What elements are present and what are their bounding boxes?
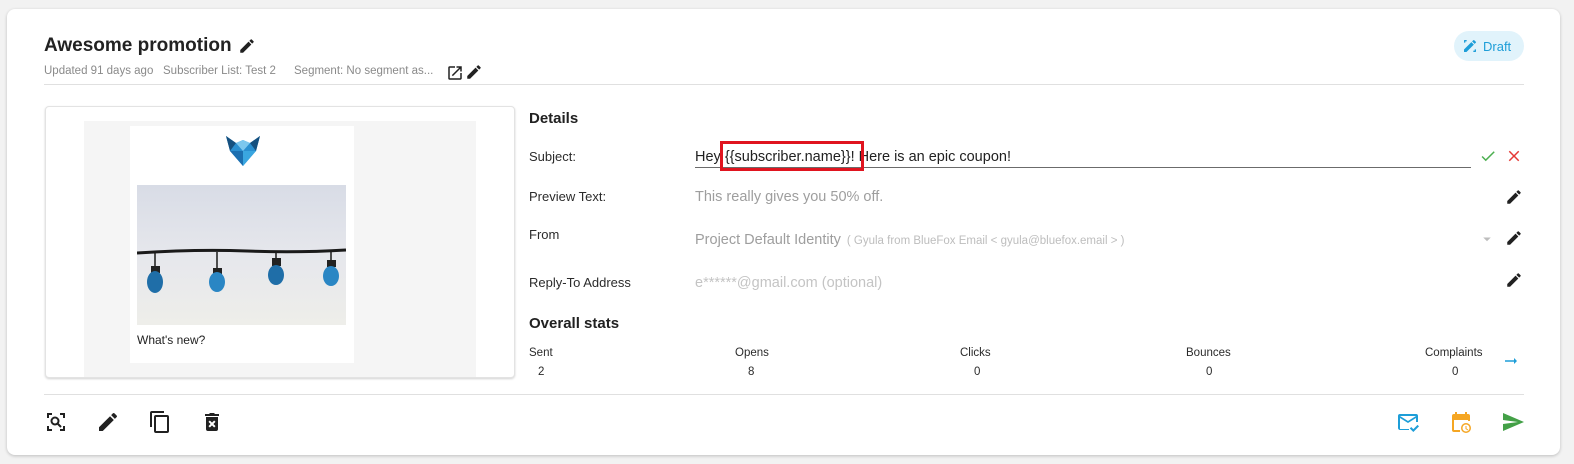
- pencil-icon[interactable]: [238, 37, 256, 55]
- preview-text-label: Preview Text:: [529, 189, 607, 204]
- copy-icon[interactable]: [148, 410, 172, 434]
- pencil-icon[interactable]: [1505, 188, 1523, 206]
- preview-text-value: This really gives you 50% off.: [695, 189, 884, 205]
- stat-complaints-value: 0: [1452, 366, 1459, 378]
- campaign-title: Awesome promotion: [44, 35, 232, 56]
- preview-page: What's new?: [130, 126, 354, 363]
- open-in-new-icon[interactable]: [446, 64, 464, 82]
- header-divider: [44, 84, 1524, 85]
- stat-complaints-label: Complaints: [1425, 347, 1483, 359]
- from-label: From: [529, 227, 560, 242]
- pencil-ruler-icon: [1464, 39, 1477, 52]
- stat-clicks-label: Clicks: [960, 347, 991, 359]
- send-test-email-icon[interactable]: [1396, 410, 1420, 434]
- updated-time: Updated 91 days ago: [44, 65, 154, 77]
- from-value: Project Default Identity: [695, 232, 841, 248]
- stat-sent-label: Sent: [529, 347, 553, 359]
- delete-icon[interactable]: [200, 410, 224, 434]
- stat-sent-value: 2: [538, 366, 545, 378]
- email-preview[interactable]: What's new?: [45, 106, 515, 378]
- light-bulbs-image: [137, 185, 346, 325]
- preview-caption: What's new?: [137, 333, 206, 347]
- subject-label: Subject:: [529, 149, 576, 164]
- from-select[interactable]: Project Default Identity ( Gyula from Blu…: [695, 232, 1124, 248]
- subscriber-list-link[interactable]: Subscriber List: Test 2: [163, 65, 276, 77]
- segment-info: Segment: No segment as...: [294, 65, 434, 77]
- footer-divider: [44, 394, 1524, 395]
- segment-edit-pencil-icon[interactable]: [465, 63, 483, 81]
- pencil-icon[interactable]: [1505, 229, 1523, 247]
- arrow-right-icon[interactable]: [1502, 352, 1520, 370]
- send-icon[interactable]: [1501, 410, 1525, 434]
- close-icon[interactable]: [1505, 147, 1523, 165]
- stat-clicks-value: 0: [974, 366, 981, 378]
- pencil-icon[interactable]: [96, 410, 120, 434]
- reply-to-label: Reply-To Address: [529, 275, 631, 290]
- stat-bounces-value: 0: [1206, 366, 1213, 378]
- fox-logo-icon: [226, 136, 260, 166]
- check-icon[interactable]: [1479, 147, 1497, 165]
- stat-opens-label: Opens: [735, 347, 769, 359]
- overall-stats-heading: Overall stats: [529, 315, 620, 332]
- pencil-icon[interactable]: [1505, 271, 1523, 289]
- stat-opens-value: 8: [748, 366, 755, 378]
- stat-bounces-label: Bounces: [1186, 347, 1231, 359]
- caret-down-icon[interactable]: [1478, 230, 1496, 248]
- merge-tag-highlight: [720, 141, 864, 171]
- reply-to-placeholder: e******@gmail.com (optional): [695, 275, 883, 291]
- status-badge: Draft: [1454, 31, 1524, 61]
- status-label: Draft: [1483, 39, 1512, 54]
- schedule-icon[interactable]: [1449, 410, 1473, 434]
- zoom-preview-icon[interactable]: [44, 410, 68, 434]
- details-heading: Details: [529, 110, 579, 127]
- from-detail: ( Gyula from BlueFox Email < gyula@bluef…: [846, 235, 1125, 247]
